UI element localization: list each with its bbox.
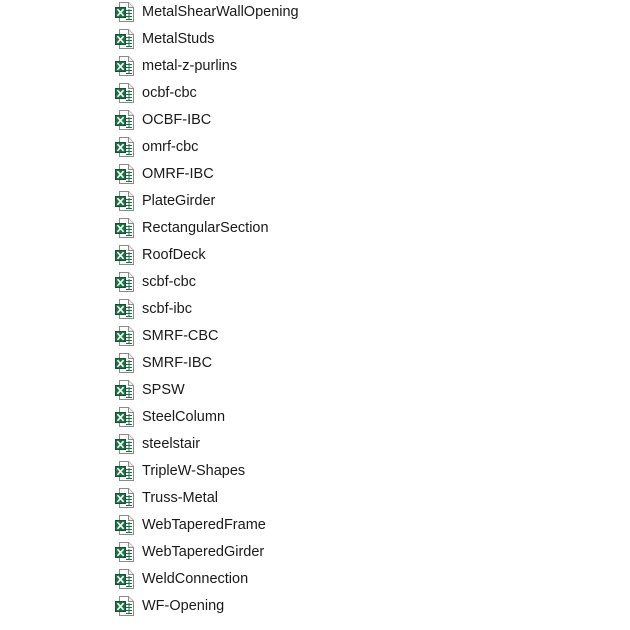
excel-file-icon	[115, 542, 134, 562]
file-list-item[interactable]: TripleW-Shapes	[114, 460, 245, 482]
excel-file-icon	[115, 2, 134, 22]
file-list-item[interactable]: WebTaperedFrame	[114, 514, 266, 536]
excel-file-icon	[115, 245, 134, 265]
file-list-item[interactable]: MetalShearWallOpening	[114, 1, 299, 23]
file-name-label: RoofDeck	[142, 247, 206, 263]
file-name-label: ocbf-cbc	[142, 85, 197, 101]
excel-file-icon	[115, 56, 134, 76]
excel-file-icon	[115, 272, 134, 292]
file-list-item[interactable]: steelstair	[114, 433, 200, 455]
file-name-label: omrf-cbc	[142, 139, 199, 155]
file-name-label: TripleW-Shapes	[142, 463, 246, 479]
file-name-label: SteelColumn	[142, 409, 226, 425]
excel-file-icon	[115, 407, 134, 427]
file-list-item[interactable]: scbf-ibc	[114, 298, 192, 320]
file-list-item[interactable]: ocbf-cbc	[114, 82, 197, 104]
file-name-label: OMRF-IBC	[142, 166, 214, 182]
file-list-item[interactable]: OMRF-IBC	[114, 163, 214, 185]
excel-file-icon	[115, 515, 134, 535]
file-list-item[interactable]: SPSW	[114, 379, 185, 401]
excel-file-icon	[115, 326, 134, 346]
file-list-item[interactable]: RoofDeck	[114, 244, 206, 266]
file-name-label: steelstair	[142, 436, 201, 452]
file-list-item[interactable]: WF-Opening	[114, 595, 224, 617]
file-name-label: WF-Opening	[142, 598, 225, 614]
file-name-label: SMRF-IBC	[142, 355, 213, 371]
excel-file-icon	[115, 353, 134, 373]
file-name-label: WebTaperedGirder	[142, 544, 265, 560]
excel-file-icon	[115, 137, 134, 157]
file-name-label: MetalStuds	[142, 31, 215, 47]
file-name-label: metal-z-purlins	[142, 58, 238, 74]
file-name-label: PlateGirder	[142, 193, 216, 209]
file-name-label: SMRF-CBC	[142, 328, 219, 344]
excel-file-icon	[115, 380, 134, 400]
file-name-label: SPSW	[142, 382, 185, 398]
excel-file-icon	[115, 29, 134, 49]
file-name-label: RectangularSection	[142, 220, 269, 236]
excel-file-icon	[115, 569, 134, 589]
file-name-label: WeldConnection	[142, 571, 249, 587]
file-list-item[interactable]: MetalStuds	[114, 28, 215, 50]
excel-file-icon	[115, 461, 134, 481]
file-list-item[interactable]: RectangularSection	[114, 217, 269, 239]
excel-file-icon	[115, 488, 134, 508]
file-list-item[interactable]: WebTaperedGirder	[114, 541, 264, 563]
file-list-item[interactable]: scbf-cbc	[114, 271, 196, 293]
excel-file-icon	[115, 434, 134, 454]
file-list-item[interactable]: PlateGirder	[114, 190, 215, 212]
file-name-label: WebTaperedFrame	[142, 517, 266, 533]
excel-file-icon	[115, 299, 134, 319]
file-list-item[interactable]: SMRF-IBC	[114, 352, 212, 374]
excel-file-icon	[115, 596, 134, 616]
file-list-item[interactable]: omrf-cbc	[114, 136, 198, 158]
excel-file-icon	[115, 110, 134, 130]
excel-file-icon	[115, 191, 134, 211]
file-list-item[interactable]: WeldConnection	[114, 568, 248, 590]
file-list-item[interactable]: OCBF-IBC	[114, 109, 211, 131]
file-list-item[interactable]: metal-z-purlins	[114, 55, 237, 77]
file-list: MetalShearWallOpening MetalStuds metal-z…	[0, 0, 630, 630]
excel-file-icon	[115, 83, 134, 103]
file-list-item[interactable]: SMRF-CBC	[114, 325, 219, 347]
file-list-item[interactable]: Truss-Metal	[114, 487, 218, 509]
file-name-label: MetalShearWallOpening	[142, 4, 299, 20]
file-list-item[interactable]: SteelColumn	[114, 406, 225, 428]
file-name-label: scbf-cbc	[142, 274, 196, 290]
file-name-label: Truss-Metal	[142, 490, 218, 506]
excel-file-icon	[115, 164, 134, 184]
excel-file-icon	[115, 218, 134, 238]
file-name-label: scbf-ibc	[142, 301, 192, 317]
file-name-label: OCBF-IBC	[142, 112, 212, 128]
